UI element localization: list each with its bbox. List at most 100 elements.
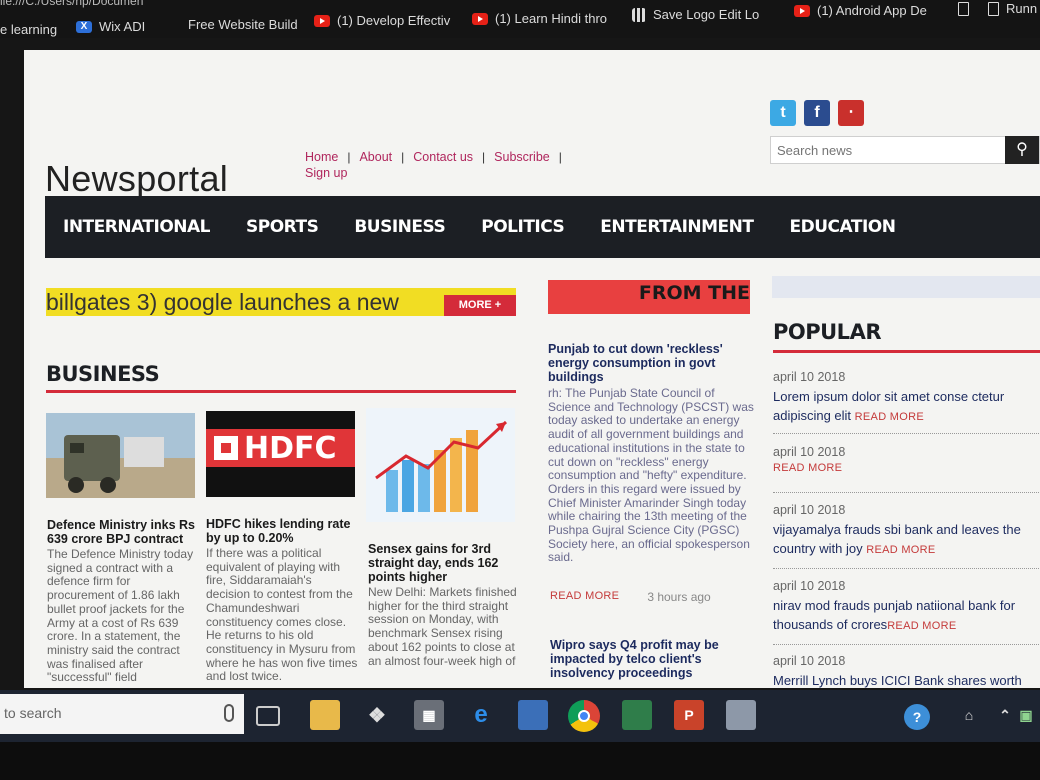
article-time: 3 hours ago (647, 590, 711, 604)
site-logo[interactable]: Newsportal (45, 158, 228, 200)
web-page: t f ⋅ ⚲ Newsportal Home | About | Contac… (24, 50, 1040, 688)
nav-international[interactable]: INTERNATIONAL (45, 217, 228, 237)
search-box: ⚲ (770, 136, 1040, 164)
bookmark-develop-effective[interactable]: (1) Develop Effectiv (314, 13, 450, 28)
photo-app-icon[interactable] (518, 700, 548, 730)
military-vehicle-image (46, 413, 195, 498)
hdfc-logo-text: HDFC (244, 431, 337, 466)
nav-politics[interactable]: POLITICS (463, 217, 582, 237)
rising-chart-image (375, 420, 508, 512)
store-icon[interactable]: ▦ (414, 700, 444, 730)
popular-text: Lorem ipsum dolor sit amet conse ctetur … (773, 389, 1005, 423)
top-links: Home | About | Contact us | Subscribe | (305, 150, 571, 164)
banner-strip (772, 276, 1040, 298)
read-more-link[interactable]: READ MORE (887, 620, 956, 632)
link-subscribe[interactable]: Subscribe (494, 150, 550, 164)
twitter-icon[interactable]: t (770, 100, 796, 126)
popular-item[interactable]: april 10 2018 nirav mod frauds punjab na… (773, 579, 1040, 645)
link-about[interactable]: About (359, 150, 392, 164)
bookmark-android-app[interactable]: (1) Android App De (794, 3, 927, 18)
article-title[interactable]: Punjab to cut down 'reckless' energy con… (548, 342, 758, 384)
article-title-2[interactable]: Wipro says Q4 profit may be impacted by … (550, 638, 755, 680)
popular-text: Merrill Lynch buys ICICI Bank shares wor… (773, 673, 1022, 688)
hdfc-logo-icon (214, 436, 238, 460)
card-title[interactable]: Defence Ministry inks Rs 639 crore BPJ c… (47, 518, 199, 546)
microphone-icon[interactable] (224, 704, 234, 722)
nav-sports[interactable]: SPORTS (228, 217, 336, 237)
monitor-bezel (0, 742, 1040, 780)
popular-date: april 10 2018 (773, 370, 846, 384)
popular-item[interactable]: april 10 2018 Merrill Lynch buys ICICI B… (773, 654, 1040, 688)
task-view-icon[interactable] (256, 706, 280, 726)
bookmark-save-logo[interactable]: Save Logo Edit Lo (632, 7, 759, 22)
link-home[interactable]: Home (305, 150, 338, 164)
hdfc-thumbnail[interactable]: HDFC (206, 411, 355, 497)
ticker-text: billgates 3) google launches a new (46, 289, 399, 315)
article-meta: READ MORE 3 hours ago (550, 590, 711, 604)
read-more-link[interactable]: READ MORE (773, 462, 1040, 474)
chrome-icon[interactable] (568, 700, 600, 732)
popular-item[interactable]: april 10 2018 READ MORE (773, 445, 1040, 493)
wix-icon: X (76, 20, 92, 33)
separator: | (401, 150, 405, 164)
popular-text: nirav mod frauds punjab natiional bank f… (773, 598, 1016, 632)
separator: | (482, 150, 486, 164)
popular-heading: POPULAR (773, 320, 882, 344)
bookmark-free-website[interactable]: Free Website Build (188, 17, 298, 32)
bookmark-wix-adi[interactable]: X Wix ADI (76, 19, 145, 34)
taskbar: to search ❖ ▦ e P ? ⌂ ⌃ ▣ (0, 690, 1040, 742)
grid-icon (632, 7, 646, 22)
read-more-link[interactable]: READ MORE (855, 411, 924, 423)
popular-date: april 10 2018 (773, 445, 846, 459)
photos-icon[interactable] (726, 700, 756, 730)
network-icon[interactable]: ▣ (1016, 700, 1036, 730)
read-more-link[interactable]: READ MORE (866, 544, 935, 556)
nav-business[interactable]: BUSINESS (336, 217, 463, 237)
link-contact[interactable]: Contact us (413, 150, 473, 164)
search-input[interactable] (771, 137, 1007, 163)
file-explorer-icon[interactable] (310, 700, 340, 730)
document-icon (988, 1, 999, 16)
card-body: If there was a political equivalent of p… (206, 546, 358, 684)
card-body: The Defence Ministry today signed a cont… (47, 547, 194, 685)
people-icon[interactable]: ⌂ (954, 700, 984, 730)
bookmark-document[interactable] (958, 2, 969, 16)
bookmark-runn[interactable]: Runn (988, 1, 1037, 16)
facebook-icon[interactable]: f (804, 100, 830, 126)
address-bar-text[interactable]: ile:///C:/Users/hp/Documen (0, 0, 143, 8)
edge-icon[interactable]: e (466, 700, 496, 730)
card-title[interactable]: Sensex gains for 3rd straight day, ends … (368, 542, 518, 584)
nav-entertainment[interactable]: ENTERTAINMENT (582, 217, 771, 237)
rss-icon[interactable]: ⋅ (838, 100, 864, 126)
search-icon[interactable]: ⚲ (1005, 136, 1039, 164)
bookmark-learn-hindi[interactable]: (1) Learn Hindi thro (472, 11, 607, 26)
read-more-link[interactable]: READ MORE (550, 590, 619, 604)
dropbox-icon[interactable]: ❖ (362, 700, 392, 730)
defence-thumbnail[interactable] (46, 413, 195, 498)
business-underline (46, 390, 516, 393)
card-title[interactable]: HDFC hikes lending rate by up to 0.20% (206, 517, 358, 545)
popular-date: april 10 2018 (773, 579, 846, 593)
popular-date: april 10 2018 (773, 503, 846, 517)
nav-education[interactable]: EDUCATION (772, 217, 914, 237)
popular-item[interactable]: april 10 2018 vijayamalya frauds sbi ban… (773, 503, 1040, 569)
screen: ile:///C:/Users/hp/Documen e learning X … (0, 0, 1040, 780)
taskbar-search-placeholder: to search (4, 705, 62, 721)
help-icon[interactable]: ? (904, 704, 930, 730)
business-heading: BUSINESS (46, 362, 160, 386)
powerpoint-icon[interactable]: P (674, 700, 704, 730)
separator: | (347, 150, 351, 164)
youtube-icon (794, 4, 810, 17)
taskbar-search[interactable]: to search (0, 694, 244, 734)
from-banner: FROM THE (548, 280, 750, 314)
bookmark-e-learning[interactable]: e learning (0, 22, 57, 37)
sensex-thumbnail[interactable] (366, 408, 515, 522)
popular-item[interactable]: april 10 2018 Lorem ipsum dolor sit amet… (773, 370, 1040, 434)
popular-underline (773, 350, 1040, 353)
spreadsheet-icon[interactable] (622, 700, 652, 730)
youtube-icon (472, 12, 488, 25)
more-button[interactable]: MORE + (444, 295, 516, 316)
main-nav: INTERNATIONAL SPORTS BUSINESS POLITICS E… (45, 196, 1040, 258)
card-body: New Delhi: Markets finished higher for t… (368, 585, 517, 668)
link-sign-up[interactable]: Sign up (305, 166, 347, 180)
